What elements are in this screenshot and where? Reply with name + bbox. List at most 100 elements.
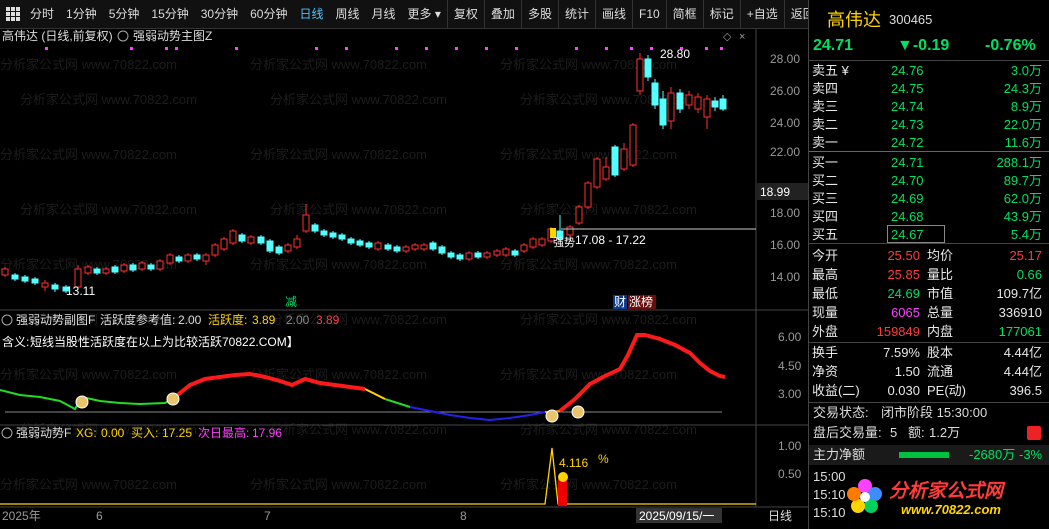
- book-price: 24.73: [891, 117, 924, 132]
- sell-level[interactable]: 卖五 ¥ 24.76 3.0万: [809, 61, 1049, 81]
- buy-level[interactable]: 买四 24.68 43.9万: [809, 207, 1049, 227]
- activity-value-3: 3.89: [316, 313, 340, 327]
- mark-button[interactable]: 标记: [702, 0, 740, 28]
- sell-level[interactable]: 卖四 24.75 24.3万: [809, 79, 1049, 99]
- tab-weekly[interactable]: 周线: [329, 0, 365, 28]
- calendar-icon[interactable]: [1027, 426, 1041, 440]
- tab-daily[interactable]: 日线: [293, 0, 329, 28]
- simple-frame-button[interactable]: 简框: [665, 0, 703, 28]
- main-flow-value: -2680万: [969, 447, 1016, 462]
- candle: [320, 230, 328, 236]
- candle: [719, 98, 727, 110]
- stat-value: 6065: [891, 305, 920, 320]
- candle: [284, 244, 292, 252]
- candle: [529, 238, 537, 248]
- stat-label: 净资: [812, 364, 839, 379]
- tab-30min[interactable]: 30分钟: [195, 0, 244, 28]
- highlight-box: [887, 225, 945, 243]
- stats-button[interactable]: 统计: [557, 0, 595, 28]
- sell-level[interactable]: 卖二 24.73 22.0万: [809, 115, 1049, 135]
- main-flow-row[interactable]: 主力净额 -2680万 -3%: [809, 445, 1049, 465]
- smile-icon: [558, 472, 568, 482]
- stat-value: 396.5: [1009, 383, 1042, 398]
- candle: [602, 166, 610, 180]
- tab-15min[interactable]: 15分钟: [145, 0, 194, 28]
- tab-monthly[interactable]: 月线: [366, 0, 402, 28]
- candle: [311, 224, 319, 232]
- period-label[interactable]: 日线: [768, 509, 792, 523]
- stat-label: 今开: [812, 248, 839, 263]
- stat-row[interactable]: 最高 25.85 量比 0.66: [809, 265, 1049, 285]
- sell-level[interactable]: 卖一 24.72 11.6万: [809, 133, 1049, 153]
- stat-row[interactable]: 收益(二) 0.030 PE(动) 396.5: [809, 381, 1049, 401]
- candle: [147, 264, 155, 270]
- chart-title: 高伟达 (日线,前复权): [2, 29, 113, 43]
- main-indicator-name[interactable]: 强弱动势主图Z: [133, 29, 212, 43]
- signal-dot: [425, 47, 428, 50]
- stat-row[interactable]: 最低 24.69 市值 109.7亿: [809, 284, 1049, 304]
- book-volume: 11.6万: [1004, 135, 1042, 150]
- settings-circle-icon[interactable]: [1, 314, 13, 326]
- stat-value: 109.7亿: [996, 286, 1042, 301]
- close-icon[interactable]: ×: [739, 31, 745, 43]
- quote-panel: 高伟达 300465 24.71 ▼-0.19 -0.76% 卖五 ¥ 24.76…: [808, 0, 1049, 529]
- signal-dots: [45, 47, 723, 50]
- chart-canvas[interactable]: 分析家公式网 www.70822.com 分析家公式网 www.70822.co…: [0, 29, 808, 529]
- add-watchlist-button[interactable]: +自选: [739, 0, 784, 28]
- signal-dot: [720, 47, 723, 50]
- fuquan-button[interactable]: 复权: [446, 0, 484, 28]
- stat-row[interactable]: 换手 7.59% 股本 4.44亿: [809, 343, 1049, 363]
- tab-more[interactable]: 更多 ▾: [402, 0, 447, 28]
- sub-indicator-name[interactable]: 强弱动势副图F: [16, 313, 95, 327]
- sub2-indicator-name[interactable]: 强弱动势F: [16, 426, 71, 440]
- signal-bar: [558, 479, 567, 506]
- tab-fenshi[interactable]: 分时: [24, 0, 60, 28]
- range-label: 17.08 - 17.22: [575, 233, 646, 247]
- menu-grid-icon[interactable]: [6, 7, 20, 21]
- f10-button[interactable]: F10: [631, 0, 666, 28]
- signal-dot: [605, 47, 608, 50]
- current-price-label: 18.99: [760, 185, 790, 199]
- tab-1min[interactable]: 1分钟: [60, 0, 103, 28]
- book-volume: 43.9万: [1003, 209, 1042, 224]
- candle: [266, 240, 274, 252]
- stat-value: 25.85: [887, 267, 920, 282]
- candle: [629, 124, 637, 166]
- tab-60min[interactable]: 60分钟: [244, 0, 293, 28]
- divider: [809, 243, 1049, 244]
- y-tick: 24.00: [770, 116, 800, 130]
- stat-row[interactable]: 外盘 159849 内盘 177061: [809, 322, 1049, 342]
- signal-dot: [575, 47, 578, 50]
- stat-row[interactable]: 现量 6065 总量 336910: [809, 303, 1049, 323]
- buy-level[interactable]: 买三 24.69 62.0万: [809, 189, 1049, 209]
- tab-5min[interactable]: 5分钟: [103, 0, 146, 28]
- draw-line-button[interactable]: 画线: [594, 0, 632, 28]
- candle: [84, 266, 92, 274]
- candle: [138, 262, 146, 270]
- sell-level[interactable]: 卖三 24.74 8.9万: [809, 97, 1049, 117]
- money-bag-icon: [75, 395, 89, 409]
- candle: [31, 278, 39, 284]
- candle: [238, 234, 246, 242]
- settings-circle-icon[interactable]: [1, 427, 13, 439]
- settings-circle-icon[interactable]: [117, 30, 129, 42]
- tick-time: 15:10: [813, 487, 846, 502]
- book-volume: 22.0万: [1003, 117, 1042, 132]
- ref-value: 2.00: [178, 313, 202, 327]
- candle: [384, 244, 392, 250]
- after-hours-value: 5: [890, 425, 898, 440]
- overlay-button[interactable]: 叠加: [483, 0, 521, 28]
- tick-time: 15:00: [813, 469, 846, 484]
- candle: [685, 94, 693, 106]
- multi-stock-button[interactable]: 多股: [520, 0, 558, 28]
- tick-time: 15:10: [813, 505, 846, 520]
- stat-row[interactable]: 今开 25.50 均价 25.17: [809, 246, 1049, 266]
- stat-value: 159849: [876, 324, 920, 339]
- book-price: 24.69: [891, 191, 924, 206]
- trade-state-row: 交易状态: 闭市阶段 15:30:00: [809, 403, 1049, 423]
- stat-row[interactable]: 净资 1.50 流通 4.44亿: [809, 362, 1049, 382]
- money-bag-icon: [166, 392, 180, 406]
- diamond-icon[interactable]: ◇: [723, 31, 732, 43]
- buy-level[interactable]: 买一 24.71 288.1万: [809, 153, 1049, 173]
- buy-level[interactable]: 买二 24.70 89.7万: [809, 171, 1049, 191]
